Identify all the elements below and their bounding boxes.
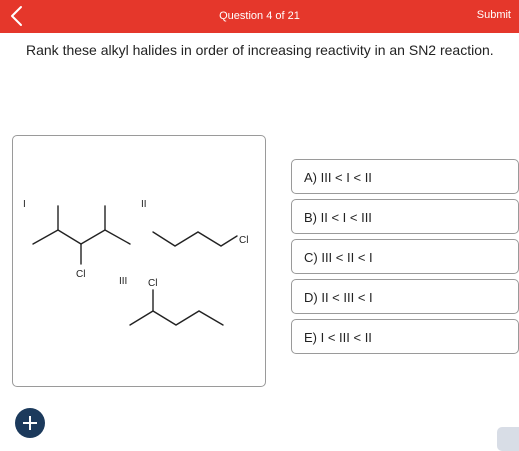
structure-panel: I Cl II Cl III Cl xyxy=(12,135,266,387)
structure-3 xyxy=(129,289,224,326)
structure-label-3: III xyxy=(119,276,127,287)
structure-2 xyxy=(152,231,238,247)
choice-d[interactable]: D) II < III < I xyxy=(291,279,519,314)
structure-label-2: II xyxy=(141,199,147,210)
add-button[interactable] xyxy=(15,408,45,438)
structure-label-1: I xyxy=(23,199,26,210)
choice-e[interactable]: E) I < III < II xyxy=(291,319,519,354)
choice-d-label: D) II < III < I xyxy=(304,290,373,305)
choice-c-label: C) III < II < I xyxy=(304,250,373,265)
top-bar: Question 4 of 21 Submit xyxy=(0,0,519,33)
submit-button[interactable]: Submit xyxy=(477,9,511,21)
halogen-label-3: Cl xyxy=(148,278,157,289)
question-counter: Question 4 of 21 xyxy=(219,10,300,22)
choice-b[interactable]: B) II < I < III xyxy=(291,199,519,234)
choice-b-label: B) II < I < III xyxy=(304,210,372,225)
choice-a[interactable]: A) III < I < II xyxy=(291,159,519,194)
choice-e-label: E) I < III < II xyxy=(304,330,372,345)
choice-a-label: A) III < I < II xyxy=(304,170,372,185)
alkyl-halide-structures: I Cl II Cl III Cl xyxy=(23,199,248,326)
question-text: Rank these alkyl halides in order of inc… xyxy=(26,42,494,58)
answer-choices: A) III < I < II B) II < I < III C) III <… xyxy=(291,159,519,359)
choice-c[interactable]: C) III < II < I xyxy=(291,239,519,274)
halogen-label-2: Cl xyxy=(239,235,248,246)
structure-1 xyxy=(32,205,131,265)
halogen-label-1: Cl xyxy=(76,269,85,280)
corner-widget[interactable] xyxy=(497,427,519,451)
